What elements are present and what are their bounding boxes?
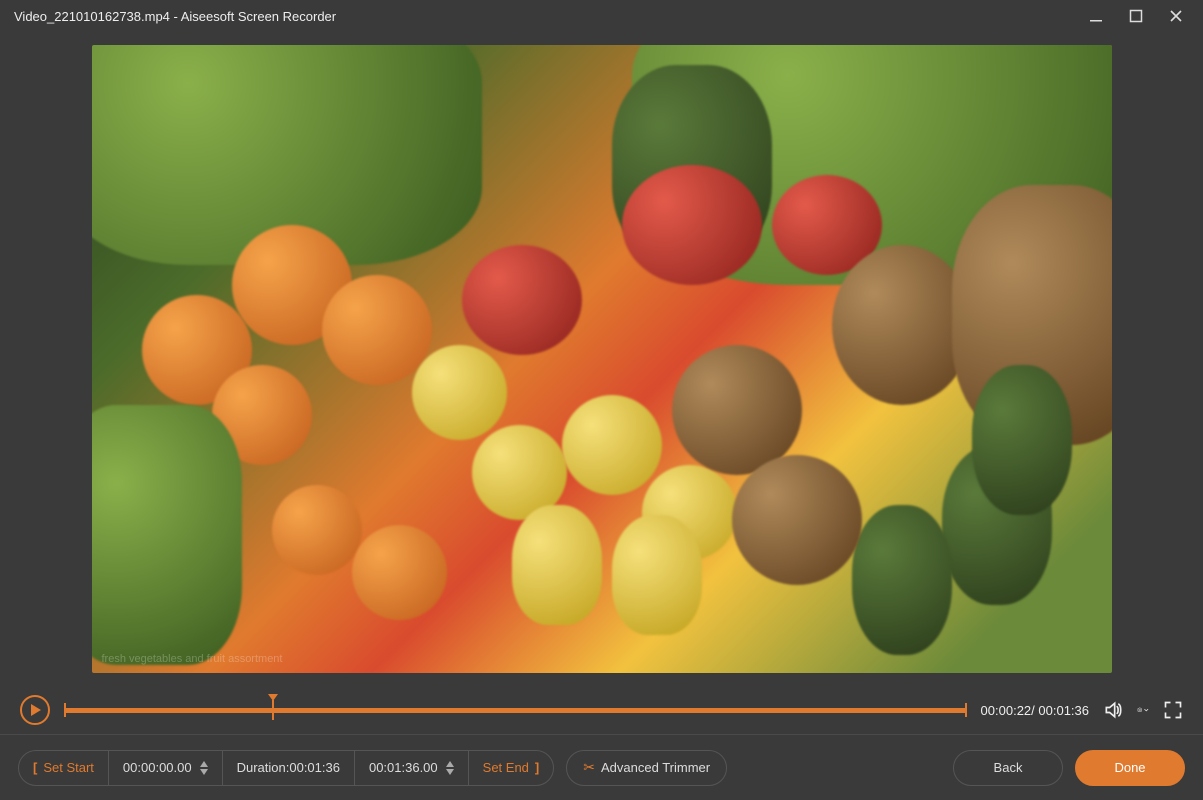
done-label: Done bbox=[1114, 760, 1145, 775]
minimize-icon bbox=[1089, 9, 1103, 23]
timeline-playhead[interactable] bbox=[272, 700, 274, 720]
set-start-label: Set Start bbox=[43, 760, 94, 775]
volume-icon bbox=[1103, 700, 1123, 720]
timeline-start-marker[interactable] bbox=[64, 703, 66, 717]
maximize-button[interactable] bbox=[1125, 5, 1147, 27]
total-time: 00:01:36 bbox=[1038, 703, 1089, 718]
chevron-down-icon bbox=[446, 769, 454, 775]
timeline-end-marker[interactable] bbox=[965, 703, 967, 717]
window-title: Video_221010162738.mp4 - Aiseesoft Scree… bbox=[14, 9, 336, 24]
end-time-spinner[interactable] bbox=[446, 761, 454, 775]
set-start-button[interactable]: [ Set Start bbox=[19, 751, 108, 785]
chevron-up-icon bbox=[200, 761, 208, 767]
fullscreen-button[interactable] bbox=[1163, 700, 1183, 720]
file-name: Video_221010162738.mp4 bbox=[14, 9, 170, 24]
duration-display: Duration:00:01:36 bbox=[222, 751, 354, 785]
chevron-up-icon bbox=[446, 761, 454, 767]
play-icon bbox=[31, 704, 41, 716]
fullscreen-icon bbox=[1163, 700, 1183, 720]
advanced-trimmer-label: Advanced Trimmer bbox=[601, 760, 710, 775]
close-icon bbox=[1169, 9, 1183, 23]
video-preview-area: fresh vegetables and fruit assortment bbox=[0, 32, 1203, 686]
scissors-icon: ✂ bbox=[583, 759, 595, 776]
timeline-track bbox=[64, 708, 967, 713]
trim-group: [ Set Start 00:00:00.00 Duration:00:01:3… bbox=[18, 750, 554, 786]
current-time: 00:00:22 bbox=[981, 703, 1032, 718]
video-preview[interactable]: fresh vegetables and fruit assortment bbox=[92, 45, 1112, 673]
timeline[interactable] bbox=[64, 703, 967, 717]
duration-label: Duration: bbox=[237, 760, 290, 775]
playback-bar: 00:00:22/ 00:01:36 bbox=[0, 686, 1203, 734]
done-button[interactable]: Done bbox=[1075, 750, 1185, 786]
snapshot-button[interactable] bbox=[1137, 705, 1149, 715]
duration-value: 00:01:36 bbox=[289, 760, 340, 775]
chevron-down-icon bbox=[200, 769, 208, 775]
bracket-left-icon: [ bbox=[33, 760, 37, 775]
controls-row: [ Set Start 00:00:00.00 Duration:00:01:3… bbox=[0, 734, 1203, 800]
time-readout: 00:00:22/ 00:01:36 bbox=[981, 703, 1089, 718]
advanced-trimmer-button[interactable]: ✂ Advanced Trimmer bbox=[566, 750, 727, 786]
back-label: Back bbox=[994, 760, 1023, 775]
maximize-icon bbox=[1129, 9, 1143, 23]
close-button[interactable] bbox=[1165, 5, 1187, 27]
end-time-input[interactable]: 00:01:36.00 bbox=[354, 751, 468, 785]
bracket-right-icon: ] bbox=[535, 760, 539, 775]
titlebar: Video_221010162738.mp4 - Aiseesoft Scree… bbox=[0, 0, 1203, 32]
set-end-button[interactable]: Set End ] bbox=[468, 751, 554, 785]
set-end-label: Set End bbox=[483, 760, 529, 775]
start-time-value: 00:00:00.00 bbox=[123, 760, 192, 775]
volume-button[interactable] bbox=[1103, 700, 1123, 720]
window-controls bbox=[1085, 5, 1195, 27]
preview-description: fresh vegetables and fruit assortment bbox=[102, 653, 283, 665]
chevron-down-icon bbox=[1144, 705, 1149, 715]
end-time-value: 00:01:36.00 bbox=[369, 760, 438, 775]
app-name: Aiseesoft Screen Recorder bbox=[181, 9, 336, 24]
start-time-input[interactable]: 00:00:00.00 bbox=[108, 751, 222, 785]
play-button[interactable] bbox=[20, 695, 50, 725]
camera-icon bbox=[1137, 707, 1142, 712]
minimize-button[interactable] bbox=[1085, 5, 1107, 27]
back-button[interactable]: Back bbox=[953, 750, 1063, 786]
start-time-spinner[interactable] bbox=[200, 761, 208, 775]
